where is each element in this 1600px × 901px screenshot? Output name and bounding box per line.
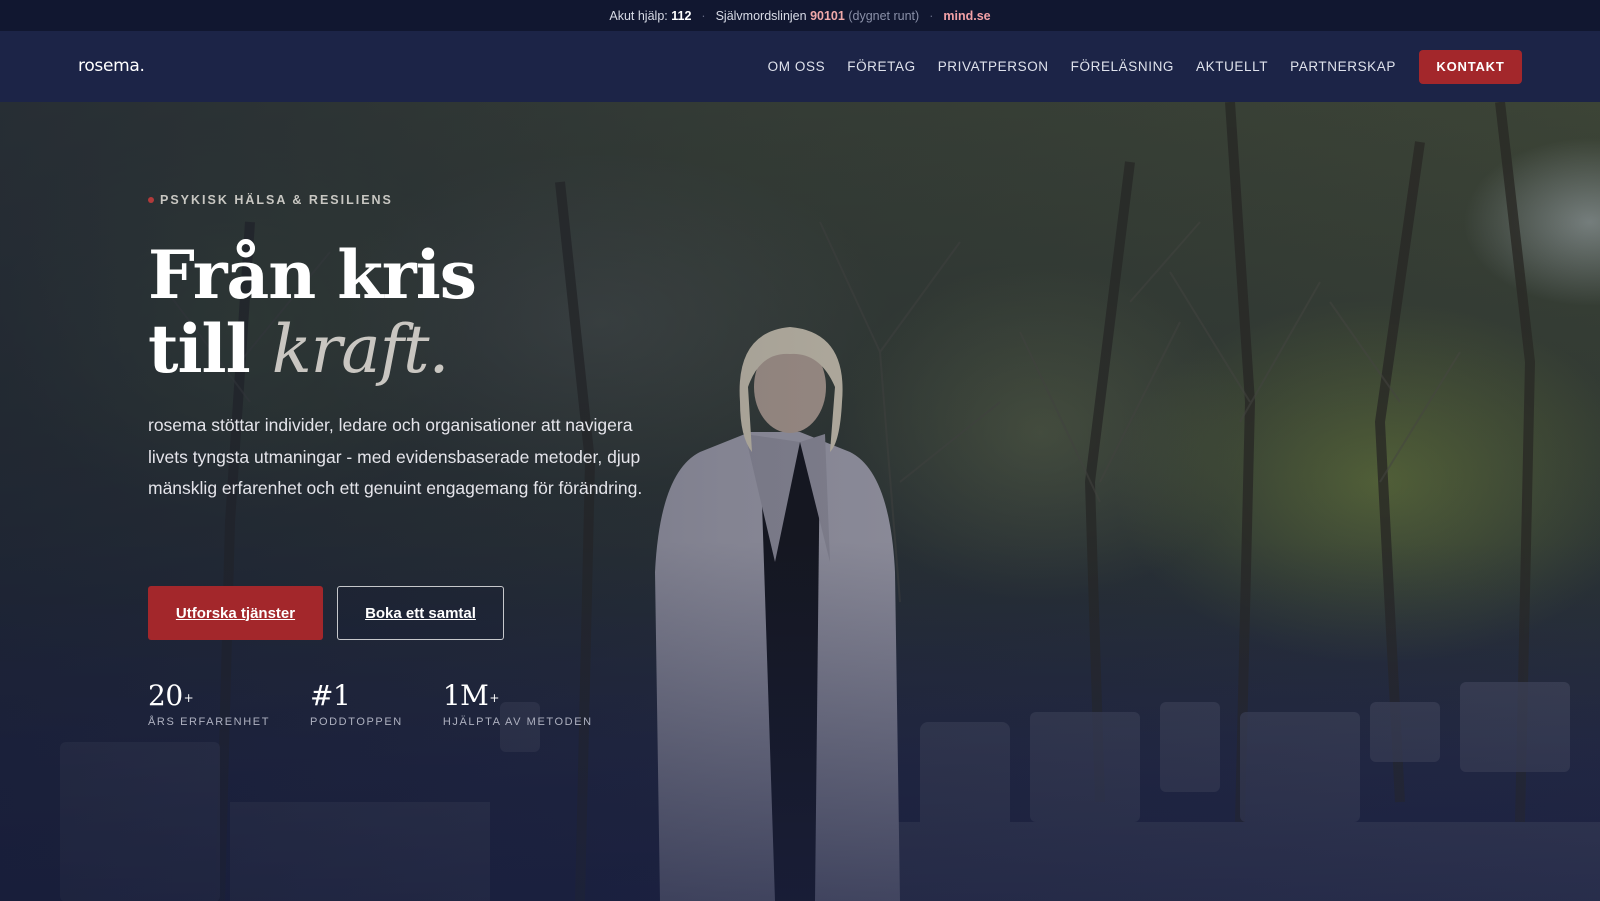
separator: · bbox=[701, 8, 706, 23]
stat-years: 20+ ÅRS ERFARENHET bbox=[148, 679, 271, 729]
red-dot-icon bbox=[148, 197, 154, 203]
hero-section: PSYKISK HÄLSA & RESILIENS Från kris till… bbox=[0, 102, 1600, 901]
main-nav: rosema. OM OSS FÖRETAG PRIVATPERSON FÖRE… bbox=[0, 31, 1600, 102]
separator: · bbox=[929, 8, 934, 23]
nav-item-partnerskap[interactable]: PARTNERSKAP bbox=[1290, 59, 1396, 74]
hero-eyebrow: PSYKISK HÄLSA & RESILIENS bbox=[148, 193, 393, 207]
explore-services-button[interactable]: Utforska tjänster bbox=[148, 586, 323, 640]
stat-helped: 1M+ HJÄLPTA AV METODEN bbox=[442, 679, 593, 729]
book-call-button[interactable]: Boka ett samtal bbox=[337, 586, 504, 640]
nav-item-forelasning[interactable]: FÖRELÄSNING bbox=[1071, 59, 1174, 74]
hero-stats: 20+ ÅRS ERFARENHET #1 PODDTOPPEN 1M+ HJÄ… bbox=[148, 679, 633, 729]
nav-item-foretag[interactable]: FÖRETAG bbox=[847, 59, 915, 74]
hero-lead: rosema stöttar individer, ledare och org… bbox=[148, 415, 643, 498]
acute-help: Akut hjälp: 112 bbox=[609, 8, 692, 23]
nav-item-om-oss[interactable]: OM OSS bbox=[768, 59, 826, 74]
crisis-bar: Akut hjälp: 112 · Självmordslinjen 90101… bbox=[0, 0, 1600, 31]
logo[interactable]: rosema. bbox=[78, 56, 145, 76]
nav-menu: OM OSS FÖRETAG PRIVATPERSON FÖRELÄSNING … bbox=[746, 31, 1522, 102]
contact-button[interactable]: KONTAKT bbox=[1419, 49, 1522, 84]
stat-podcast: #1 PODDTOPPEN bbox=[310, 679, 403, 729]
suicide-number[interactable]: 90101 bbox=[810, 9, 845, 23]
suicide-line: Självmordslinjen 90101 (dygnet runt) bbox=[715, 8, 920, 23]
acute-number[interactable]: 112 bbox=[671, 9, 691, 23]
nav-item-privatperson[interactable]: PRIVATPERSON bbox=[938, 59, 1049, 74]
nav-item-aktuellt[interactable]: AKTUELLT bbox=[1196, 59, 1268, 74]
mind-link[interactable]: mind.se bbox=[943, 9, 990, 23]
hero-headline: Från kris till kraft. bbox=[148, 236, 477, 388]
